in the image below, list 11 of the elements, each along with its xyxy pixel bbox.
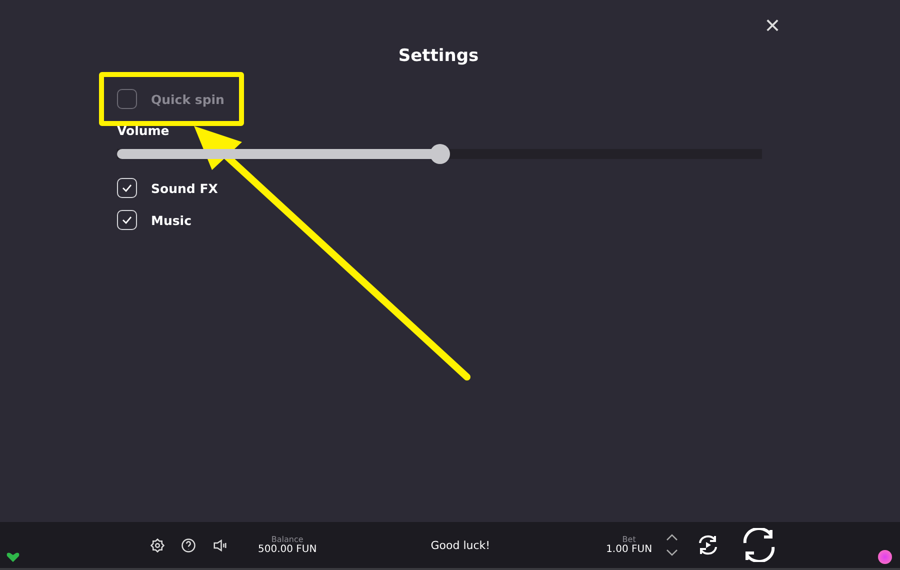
bet-label: Bet [622, 535, 636, 544]
status-message: Good luck! [430, 538, 490, 552]
option-label: Music [151, 212, 192, 228]
volume-label: Volume [117, 123, 170, 138]
dialog-title: Settings [398, 46, 479, 66]
balance-value: 500.00 FUN [258, 544, 317, 555]
bet-value: 1.00 FUN [606, 544, 652, 555]
option-label: Quick spin [151, 92, 224, 106]
balance-label: Balance [271, 535, 304, 544]
option-label: Sound FX [151, 180, 218, 196]
close-button[interactable]: × [762, 12, 782, 38]
